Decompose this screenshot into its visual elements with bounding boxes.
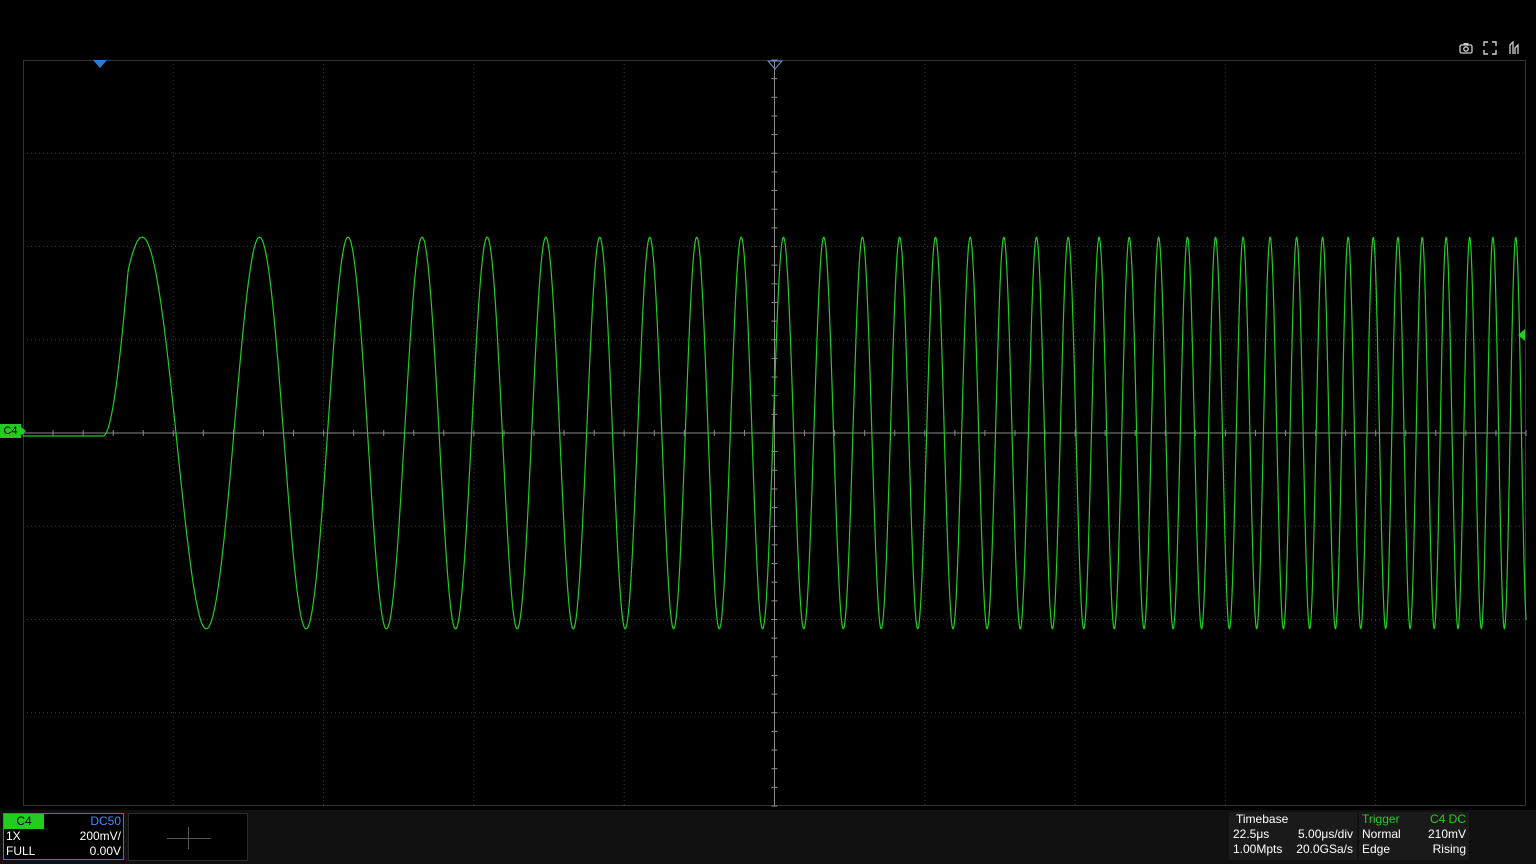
channel-ground-tag[interactable]: C4 xyxy=(0,424,26,438)
timebase-delay: 22.5μs xyxy=(1233,827,1270,841)
oscilloscope-screen: C4 C4 DC50 1X 200mV/ FULL 0.00V Timebase xyxy=(0,0,1536,864)
waveform-display[interactable] xyxy=(22,59,1527,807)
status-bar: C4 DC50 1X 200mV/ FULL 0.00V Timebase 22… xyxy=(0,810,1536,864)
plus-icon-h xyxy=(167,838,211,839)
timebase-panel[interactable]: Timebase 22.5μs 5.00μs/div 1.00Mpts 20.0… xyxy=(1229,812,1357,860)
trigger-mode: Normal xyxy=(1362,827,1401,841)
camera-icon[interactable] xyxy=(1458,40,1474,56)
top-toolbar xyxy=(1458,40,1522,56)
bandwidth-limit: FULL xyxy=(6,844,36,858)
trigger-type: Edge xyxy=(1362,842,1391,856)
trigger-slope: Rising xyxy=(1432,842,1466,856)
trigger-level-marker[interactable] xyxy=(1518,329,1525,341)
menu-toggle-icon[interactable] xyxy=(1506,40,1522,56)
add-channel-slot[interactable] xyxy=(128,813,248,861)
channel-settings-panel[interactable]: C4 DC50 1X 200mV/ FULL 0.00V xyxy=(3,813,124,860)
vertical-scale: 200mV/ xyxy=(79,829,121,843)
channel-coupling: DC50 xyxy=(90,814,121,828)
memory-depth: 1.00Mpts xyxy=(1233,842,1283,856)
fullscreen-icon[interactable] xyxy=(1482,40,1498,56)
trigger-level: 210mV xyxy=(1427,827,1466,841)
trigger-position-marker xyxy=(93,60,107,68)
trigger-source: C4 DC xyxy=(1429,812,1466,826)
vertical-offset: 0.00V xyxy=(89,844,121,858)
sample-rate: 20.0GSa/s xyxy=(1296,842,1353,856)
trigger-panel[interactable]: Trigger C4 DC Normal 210mV Edge Rising xyxy=(1359,812,1469,860)
trigger-title: Trigger xyxy=(1362,812,1400,826)
timebase-scale: 5.00μs/div xyxy=(1298,827,1353,841)
probe-attenuation: 1X xyxy=(6,829,21,843)
timebase-title: Timebase xyxy=(1236,812,1289,826)
channel-name: C4 xyxy=(4,814,44,829)
waveform-grid xyxy=(22,59,1527,807)
plus-icon-v xyxy=(188,827,189,849)
